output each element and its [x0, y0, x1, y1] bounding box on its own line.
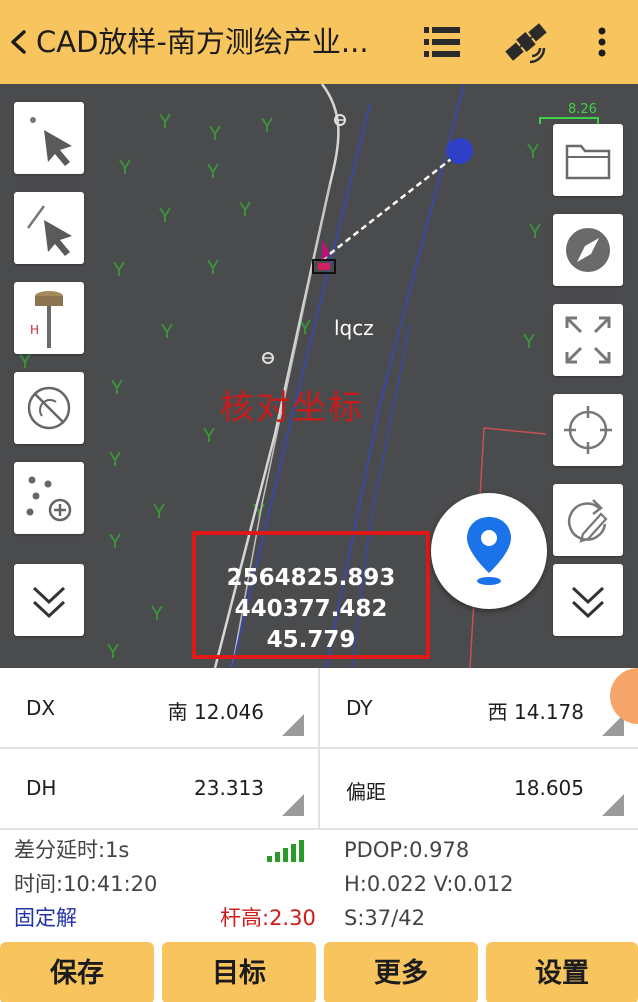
time-readout: 时间:10:41:20 — [14, 872, 158, 896]
satellite-count: S:37/42 — [344, 906, 425, 930]
coordinates-box: 2564825.893 440377.482 45.779 — [192, 531, 430, 659]
top-app-bar: CAD放样-南方测绘产业... — [0, 0, 638, 84]
dh-label: DH — [26, 776, 57, 800]
expand-down-icon — [32, 586, 66, 619]
satellite-button[interactable] — [500, 18, 552, 66]
expand-right-toolbar-button[interactable] — [553, 564, 623, 636]
offset-cell[interactable]: 偏距 18.605 — [320, 748, 638, 828]
location-pin-icon — [467, 517, 511, 585]
compass-icon — [566, 228, 610, 272]
open-file-button[interactable] — [553, 124, 623, 196]
dh-cell[interactable]: DH 23.313 — [0, 748, 318, 828]
offset-value: 18.605 — [514, 776, 584, 800]
edit-rotate-icon — [567, 499, 608, 543]
edit-rotate-button[interactable] — [553, 484, 623, 556]
dy-cell[interactable]: DY 西 14.178 — [320, 668, 638, 748]
select-line-icon — [26, 205, 72, 256]
check-coordinate-annotation: 核对坐标 — [220, 388, 364, 428]
elevation-value: 45.779 — [266, 627, 356, 653]
svg-text:H: H — [30, 323, 39, 337]
dx-cell[interactable]: DX 南 12.046 — [0, 668, 318, 748]
list-menu-icon — [424, 27, 460, 57]
signal-strength-icon — [267, 840, 304, 862]
bottom-action-bar: 保存 目标 更多 设置 — [0, 940, 638, 1002]
scale-bar-label: 8.26 — [568, 102, 597, 117]
dx-label: DX — [26, 696, 56, 720]
expand-left-toolbar-button[interactable] — [14, 564, 84, 636]
solution-status: 固定解 — [14, 906, 77, 930]
gps-rover-button[interactable]: H — [14, 282, 84, 354]
stakeout-readings: DX 南 12.046 DY 西 14.178 DH 23.313 偏距 18.… — [0, 668, 638, 830]
fullscreen-button[interactable] — [553, 304, 623, 376]
more-vertical-icon — [598, 27, 606, 57]
folder-icon — [565, 144, 611, 180]
target-point — [447, 138, 473, 164]
save-button[interactable]: 保存 — [0, 942, 154, 1002]
differential-delay: 差分延时:1s — [14, 838, 130, 862]
select-point-icon — [30, 117, 72, 166]
pdop-readout: PDOP:0.978 — [344, 838, 470, 862]
more-options-button[interactable] — [588, 20, 616, 64]
pole-height[interactable]: 杆高:2.30 — [220, 904, 316, 932]
gnss-status-panel: 差分延时:1s 时间:10:41:20 固定解 杆高:2.30 PDOP:0.9… — [0, 830, 638, 940]
select-line-button[interactable] — [14, 192, 84, 264]
list-menu-button[interactable] — [420, 20, 464, 64]
crosshair-icon — [564, 406, 612, 454]
gps-rover-icon: H — [30, 291, 63, 348]
page-title: CAD放样-南方测绘产业... — [36, 25, 369, 59]
back-button[interactable] — [4, 20, 34, 64]
point-add-icon — [26, 476, 72, 522]
dropdown-corner-icon — [602, 794, 624, 816]
easting-value: 440377.482 — [234, 596, 388, 622]
point-name-label: lqcz — [334, 316, 374, 340]
no-signal-icon — [27, 386, 71, 430]
precision-readout: H:0.022 V:0.012 — [344, 872, 514, 896]
more-button[interactable]: 更多 — [324, 942, 478, 1002]
locate-me-button[interactable] — [431, 493, 547, 609]
dropdown-corner-icon — [282, 714, 304, 736]
target-button[interactable]: 目标 — [162, 942, 316, 1002]
satellite-icon — [505, 23, 547, 64]
divider — [318, 668, 320, 828]
locate-center-button[interactable] — [553, 394, 623, 466]
settings-button[interactable]: 设置 — [486, 942, 638, 1002]
dy-label: DY — [346, 696, 373, 720]
dropdown-corner-icon — [282, 794, 304, 816]
add-point-button[interactable] — [14, 462, 84, 534]
compass-button[interactable] — [553, 214, 623, 286]
select-point-button[interactable] — [14, 102, 84, 174]
fullscreen-icon — [565, 316, 611, 364]
map-canvas[interactable]: 8.26 lqcz 核对坐标 2564825.893 440377.482 45… — [0, 84, 638, 668]
expand-down-icon — [571, 586, 605, 619]
dh-value: 23.313 — [194, 776, 264, 800]
signal-off-button[interactable] — [14, 372, 84, 444]
northing-value: 2564825.893 — [226, 565, 396, 591]
chevron-left-icon — [11, 30, 26, 54]
dx-value: 南 12.046 — [167, 700, 264, 724]
offset-label: 偏距 — [346, 780, 386, 804]
dy-value: 西 14.178 — [487, 700, 584, 724]
